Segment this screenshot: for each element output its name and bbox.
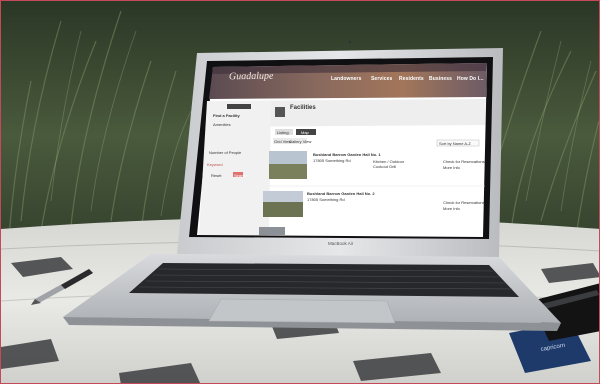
listing-1-reserve-link[interactable]: Check for Reservations [443, 159, 485, 164]
listing-1-feature-2: Cookout Grill [373, 164, 397, 169]
listing-1-address: 17805 Something Rd [313, 158, 351, 163]
site-logo[interactable]: Guadalupe [229, 71, 274, 83]
tab-map[interactable]: Map [301, 130, 309, 135]
listing-2-more-link[interactable]: More Info [443, 206, 460, 211]
view-gallery-button[interactable]: Gallery View [289, 139, 311, 144]
sort-select[interactable]: Sort by Name A-Z [439, 141, 471, 146]
nav-business[interactable]: Business [429, 76, 452, 82]
listing-2-reserve-link[interactable]: Check for Reservations [443, 200, 485, 205]
photo-scene: capricorn [1, 1, 599, 383]
laptop-brand-label: MacBook Air [328, 241, 354, 246]
search-button[interactable]: Search [234, 173, 247, 178]
sidebar-label-amenities: Amenities [213, 122, 231, 127]
photo-frame: capricorn Guadalupe Landowners Services … [0, 0, 600, 384]
listing-2-address: 17805 Something Rd [307, 197, 345, 202]
tab-listing[interactable]: Listing [277, 130, 289, 135]
sidebar-label-keyword: Keyword [207, 162, 223, 167]
reset-button[interactable]: Reset [211, 173, 221, 178]
nav-services[interactable]: Services [371, 76, 392, 82]
listing-1-name[interactable]: Bushland Barrow Garden Hall No. 1 [313, 152, 381, 157]
listing-2-name[interactable]: Bushland Barrow Garden Hall No. 2 [307, 191, 375, 196]
sidebar-label-people: Number of People [209, 150, 242, 155]
sidebar-label-find: Find a Facility [213, 113, 240, 118]
page-title: Facilities [290, 105, 316, 111]
listing-1-more-link[interactable]: More Info [443, 165, 460, 170]
nav-residents[interactable]: Residents [399, 76, 424, 82]
nav-how-do-i[interactable]: How Do I... [457, 76, 484, 82]
nav-landowners[interactable]: Landowners [331, 76, 361, 82]
